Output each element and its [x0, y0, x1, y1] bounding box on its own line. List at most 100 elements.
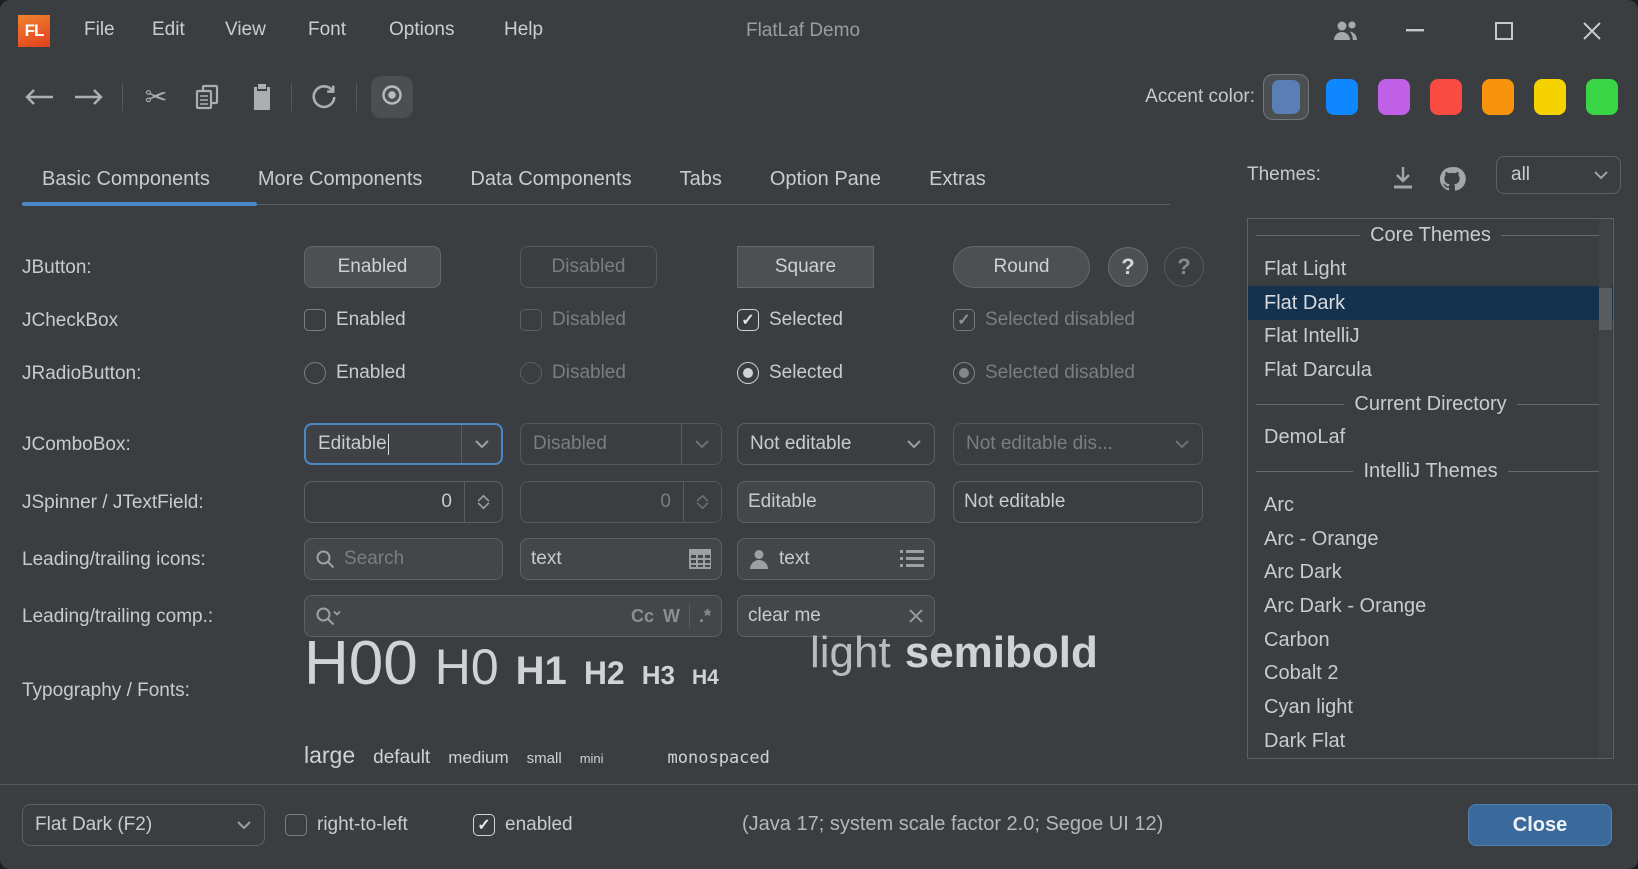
textfield-editable[interactable]: Editable [737, 481, 935, 523]
accent-swatch-green[interactable] [1586, 79, 1618, 115]
combobox-not-editable[interactable]: Not editable [737, 423, 935, 465]
github-icon[interactable] [1438, 165, 1466, 198]
close-window-button[interactable] [1577, 16, 1607, 46]
theme-item[interactable]: Cyan light [1248, 691, 1613, 725]
toolbar-separator [291, 83, 292, 111]
laf-combobox[interactable]: Flat Dark (F2) [22, 804, 265, 846]
checkbox-enabled[interactable]: Enabled [304, 309, 406, 331]
theme-item[interactable]: Flat Darcula [1248, 354, 1613, 388]
themes-scrollbar[interactable] [1599, 219, 1612, 758]
back-icon[interactable] [22, 72, 56, 122]
checkbox-selected[interactable]: ✓Selected [737, 309, 843, 331]
copy-icon[interactable] [190, 72, 224, 122]
accent-swatch-blue[interactable] [1326, 79, 1358, 115]
menu-font[interactable]: Font [308, 19, 346, 41]
round-button[interactable]: Round [953, 246, 1090, 288]
close-button[interactable]: Close [1468, 804, 1612, 846]
menu-file[interactable]: File [84, 19, 115, 41]
minimize-button[interactable] [1400, 16, 1430, 46]
search-icon [315, 549, 335, 569]
tab-option-pane[interactable]: Option Pane [770, 150, 881, 192]
theme-filter-combobox[interactable]: all [1496, 156, 1621, 194]
theme-item[interactable]: Arc - Orange [1248, 522, 1613, 556]
theme-item[interactable]: Flat IntelliJ [1248, 320, 1613, 354]
checkbox-icon[interactable] [285, 814, 307, 836]
rtl-checkbox[interactable]: right-to-left [285, 814, 408, 836]
menu-options[interactable]: Options [389, 19, 454, 41]
menu-help[interactable]: Help [504, 19, 543, 41]
maximize-button[interactable] [1489, 16, 1519, 46]
spinner-enabled[interactable]: 0 [304, 481, 503, 523]
theme-item[interactable]: Arc Dark [1248, 556, 1613, 590]
enabled-button[interactable]: Enabled [304, 246, 441, 288]
checkbox-selected-disabled: ✓Selected disabled [953, 309, 1135, 331]
selected-tab-underline [22, 202, 257, 206]
theme-item[interactable]: Cobalt 2 [1248, 657, 1613, 691]
textfield-trailing-icon[interactable]: text [520, 538, 722, 580]
chevron-down-icon[interactable] [894, 424, 934, 464]
clear-icon[interactable] [908, 608, 924, 624]
inspect-toggle-button[interactable] [371, 76, 413, 118]
tab-tabs[interactable]: Tabs [680, 150, 722, 192]
tab-more-components[interactable]: More Components [258, 150, 423, 192]
tab-basic-components[interactable]: Basic Components [42, 150, 210, 192]
square-button[interactable]: Square [737, 246, 874, 288]
checkbox-checked-icon[interactable]: ✓ [473, 814, 495, 836]
theme-item[interactable]: Arc Dark - Orange [1248, 590, 1613, 624]
paste-icon[interactable] [245, 72, 279, 122]
light-sample: light [810, 628, 891, 678]
accent-swatch-orange[interactable] [1482, 79, 1514, 115]
radio-selected[interactable]: Selected [737, 362, 843, 384]
checkbox-icon[interactable] [304, 309, 326, 331]
menu-edit[interactable]: Edit [152, 19, 185, 41]
typography-row-label: Typography / Fonts: [22, 680, 190, 702]
radio-checked-icon[interactable] [737, 362, 759, 384]
spinner-arrows-icon [683, 482, 721, 522]
accent-swatch-default-selected[interactable] [1263, 74, 1309, 120]
chevron-down-icon[interactable] [224, 805, 264, 845]
theme-item[interactable]: Flat Light [1248, 253, 1613, 287]
theme-item[interactable]: DemoLaf [1248, 421, 1613, 455]
download-icon[interactable] [1390, 165, 1416, 196]
regex-button[interactable]: .* [699, 606, 711, 627]
checkbox-icon [520, 309, 542, 331]
match-case-button[interactable]: Cc [631, 606, 654, 627]
themes-scrollbar-thumb[interactable] [1599, 288, 1612, 330]
leading-trailing-icons-label: Leading/trailing icons: [22, 549, 206, 571]
themes-label: Themes: [1247, 164, 1321, 186]
textfield-leading-trailing-icons[interactable]: text [737, 538, 935, 580]
app-logo-icon: FL [18, 15, 50, 47]
search-input[interactable]: Search [304, 538, 503, 580]
spinner-arrows-icon[interactable] [464, 482, 502, 522]
default-sample: default [373, 747, 430, 769]
refresh-icon[interactable] [306, 72, 342, 122]
combobox-editable[interactable]: Editable [304, 423, 503, 465]
users-icon[interactable] [1331, 16, 1361, 46]
whole-word-button[interactable]: W [663, 606, 680, 627]
chevron-down-icon[interactable] [461, 425, 501, 463]
theme-item[interactable]: Dark Flat [1248, 724, 1613, 758]
window-title: FlatLaf Demo [703, 20, 903, 42]
theme-item-selected[interactable]: Flat Dark [1248, 286, 1613, 320]
radio-selected-disabled: Selected disabled [953, 362, 1135, 384]
enabled-checkbox[interactable]: ✓enabled [473, 814, 573, 836]
spinner-disabled: 0 [520, 481, 722, 523]
eye-icon [380, 83, 404, 112]
checkbox-checked-icon[interactable]: ✓ [737, 309, 759, 331]
jcheckbox-row-label: JCheckBox [22, 310, 118, 332]
forward-icon[interactable] [72, 72, 106, 122]
accent-swatch-red[interactable] [1430, 79, 1462, 115]
radio-icon[interactable] [304, 362, 326, 384]
search-dropdown-icon[interactable] [315, 606, 342, 626]
theme-item[interactable]: Carbon [1248, 623, 1613, 657]
tab-extras[interactable]: Extras [929, 150, 986, 192]
cut-icon[interactable]: ✂ [139, 72, 173, 122]
radio-enabled[interactable]: Enabled [304, 362, 406, 384]
help-button-disabled: ? [1164, 247, 1204, 287]
accent-swatch-yellow[interactable] [1534, 79, 1566, 115]
tab-data-components[interactable]: Data Components [470, 150, 631, 192]
menu-view[interactable]: View [225, 19, 266, 41]
help-button[interactable]: ? [1108, 247, 1148, 287]
theme-item[interactable]: Arc [1248, 489, 1613, 523]
accent-swatch-purple[interactable] [1378, 79, 1410, 115]
